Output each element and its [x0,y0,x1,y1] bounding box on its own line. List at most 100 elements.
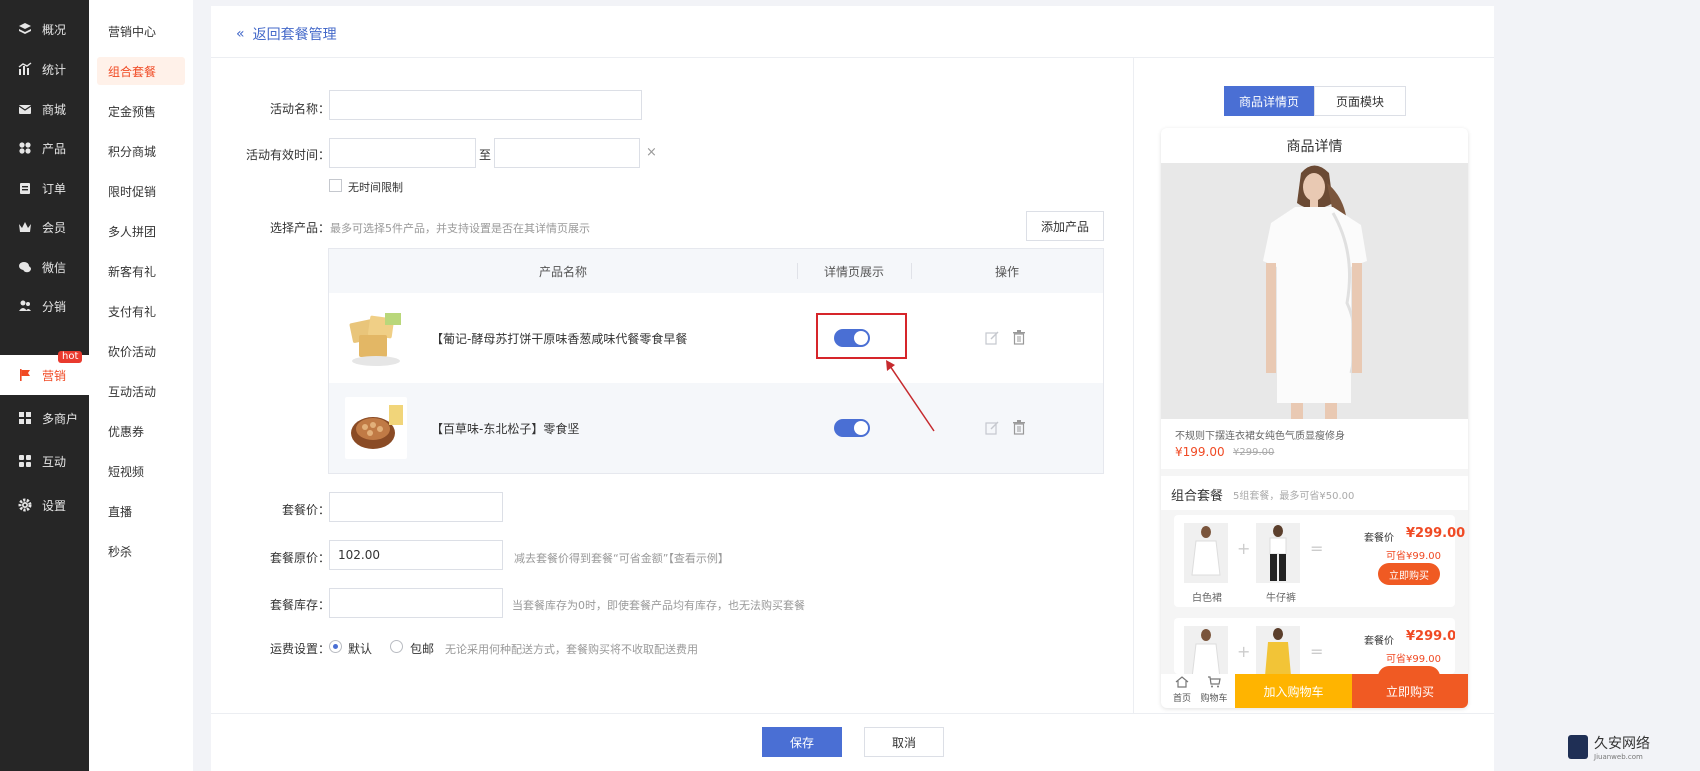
no-time-limit-checkbox[interactable] [329,179,342,192]
combo-card[interactable]: + = 套餐价 ¥299.00 可省¥99.00 [1174,618,1455,674]
nav-label: 微信 [42,260,67,275]
end-date-input[interactable] [494,138,640,168]
layers-icon [18,22,32,36]
product-label: 选择产品： [269,221,330,235]
combo-item-name: 白色裙 [1192,593,1222,604]
subnav-item[interactable]: 限时促销 [97,177,185,205]
cancel-button[interactable]: 取消 [864,727,944,757]
stock-label: 套餐库存： [269,598,330,612]
activity-name-input[interactable] [329,90,642,120]
start-date-input[interactable] [329,138,476,168]
preview-title: 商品详情 [1161,128,1468,163]
nav-item-orders[interactable]: 订单 [0,168,89,208]
subnav-item[interactable]: 互动活动 [97,377,185,405]
chart-icon [18,62,32,76]
subnav-item[interactable]: 营销中心 [97,17,185,45]
edit-icon[interactable] [984,330,1000,346]
phone-bottom-bar: 首页 购物车 加入购物车 立即购买 [1161,674,1468,708]
subnav-item[interactable]: 砍价活动 [97,337,185,365]
subnav-item[interactable]: 直播 [97,497,185,525]
combo-price-label: 套餐价 [1364,533,1394,544]
subnav-item[interactable]: 支付有礼 [97,297,185,325]
cart-button[interactable]: 购物车 [1199,676,1229,704]
subnav-item-combo[interactable]: 组合套餐 [97,57,185,85]
main-sidebar: 概况 统计 商城 产品 订单 会员 微信 分销 营销 多商户 互动 设置 [0,0,89,771]
col-product-name: 产品名称 [538,264,587,279]
tab-product-detail[interactable]: 商品详情页 [1224,86,1314,116]
subnav-item[interactable]: 短视频 [97,457,185,485]
subnav-item[interactable]: 多人拼团 [97,217,185,245]
nav-item-members[interactable]: 会员 [0,207,89,247]
add-to-cart-button[interactable]: 加入购物车 [1235,674,1352,708]
combo-price: ¥299.00 [1406,629,1455,644]
col-detail-display: 详情页展示 [823,264,884,279]
combo-save: 可省¥99.00 [1386,654,1441,665]
clear-date-icon[interactable]: × [646,145,657,160]
preview-divider [1133,58,1134,713]
store-icon [18,411,32,425]
product-title: 不规则下摆连衣裙女纯色气质显瘦修身 [1175,431,1345,442]
delete-icon[interactable] [1011,329,1027,345]
subnav-item[interactable]: 秒杀 [97,537,185,565]
product-thumbnail [345,307,407,369]
nav-item-distribution[interactable]: 分销 [0,286,89,326]
annotation-arrow [886,360,935,432]
combo-price: ¥299.00 [1406,526,1466,541]
detail-display-toggle[interactable] [834,419,870,437]
table-row: 【百草味-东北松子】零食坚 [329,383,1103,473]
save-button[interactable]: 保存 [762,727,842,757]
nav-item-mall[interactable]: 商城 [0,89,89,129]
combo-buy-button[interactable]: 立即购买 [1378,563,1440,585]
hot-badge: hot [58,351,83,363]
header-divider [211,57,1494,58]
shipping-default-radio[interactable] [329,640,342,653]
tab-page-modules[interactable]: 页面模块 [1314,86,1406,116]
footer-bar [211,713,1494,771]
nav-label: 分销 [42,299,67,314]
original-price-input[interactable] [329,540,503,570]
subnav-item[interactable]: 新客有礼 [97,257,185,285]
shipping-free-radio[interactable] [390,640,403,653]
nav-item-merchants[interactable]: 多商户 [0,398,89,438]
edit-icon[interactable] [984,420,1000,436]
combo-item-name: 牛仔裤 [1266,593,1296,604]
equals-sign: = [1310,642,1324,661]
stock-input[interactable] [329,588,503,618]
crown-icon [18,220,32,234]
nav-label: 产品 [42,141,67,156]
combo-title: 组合套餐 [1171,489,1224,504]
nav-item-interaction[interactable]: 互动 [0,441,89,481]
subnav-item[interactable]: 积分商城 [97,137,185,165]
subnav-item[interactable]: 定金预售 [97,97,185,125]
combo-header: 组合套餐 5组套餐，最多可省¥50.00 [1161,476,1468,510]
product-name: 【百草味-东北松子】零食坚 [431,421,580,436]
product-name: 【葡记-酵母苏打饼干原味香葱咸味代餐零食早餐 [431,331,688,346]
buy-now-button[interactable]: 立即购买 [1352,674,1468,708]
home-label: 首页 [1172,694,1191,704]
home-button[interactable]: 首页 [1167,676,1197,704]
users-icon [18,299,32,313]
nav-item-stats[interactable]: 统计 [0,49,89,89]
product-image [1161,163,1468,419]
nav-item-wechat[interactable]: 微信 [0,247,89,287]
watermark: 久安网络 Jiuanweb.com [1568,733,1650,761]
subnav-item[interactable]: 优惠券 [97,417,185,445]
back-link[interactable]: « 返回套餐管理 [236,24,337,44]
nav-label: 统计 [42,62,67,77]
mail-icon [18,102,32,116]
nav-item-settings[interactable]: 设置 [0,485,89,525]
cart-label: 购物车 [1200,694,1228,704]
delete-icon[interactable] [1011,419,1027,435]
combo-price-input[interactable] [329,492,503,522]
combo-buy-button[interactable] [1378,666,1440,674]
shipping-default-label: 默认 [348,642,373,656]
nav-label: 设置 [42,498,67,513]
home-icon [1175,676,1189,688]
plus-sign: + [1237,642,1251,661]
no-time-limit-label: 无时间限制 [348,181,403,194]
combo-card[interactable]: + = 白色裙 牛仔裤 套餐价 ¥299.00 可省¥99.00 立即购买 [1174,515,1465,607]
product-hint: 最多可选择5件产品，并支持设置是否在其详情页展示 [330,222,590,235]
add-product-button[interactable]: 添加产品 [1026,211,1104,241]
nav-item-products[interactable]: 产品 [0,128,89,168]
nav-item-overview[interactable]: 概况 [0,9,89,49]
